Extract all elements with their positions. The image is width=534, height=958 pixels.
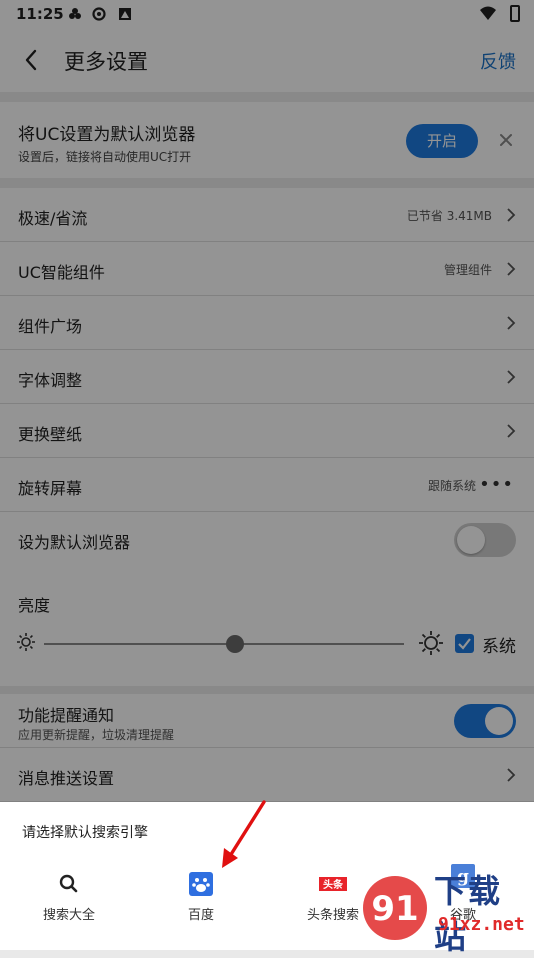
toutiao-icon-text: 头条: [323, 878, 344, 891]
watermark-title: 下载站: [434, 872, 503, 956]
engine-option-search-all[interactable]: 搜索大全: [14, 868, 124, 938]
search-icon: [59, 874, 78, 893]
toutiao-icon: 头条: [319, 877, 347, 891]
watermark-url: 91xz.net: [438, 914, 525, 935]
watermark: 91 下载站 91xz.net: [360, 862, 534, 956]
engine-label: 百度: [187, 908, 214, 923]
watermark-logo-icon: 91: [363, 876, 427, 940]
engine-option-baidu[interactable]: 百度: [146, 868, 256, 938]
baidu-paw-icon: [189, 872, 213, 896]
sheet-title: 请选择默认搜索引擎: [22, 825, 148, 841]
watermark-logo-text: 91: [371, 889, 418, 929]
annotation-arrow-icon: [222, 800, 266, 868]
engine-label: 搜索大全: [42, 908, 95, 923]
